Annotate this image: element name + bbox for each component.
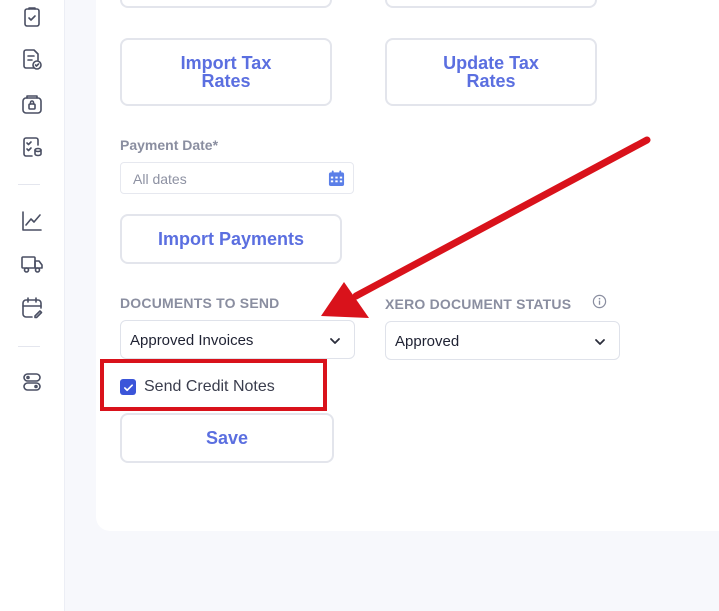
sidebar: [0, 0, 65, 611]
checklist-database-icon[interactable]: [20, 135, 44, 159]
send-credit-notes-label[interactable]: Send Credit Notes: [144, 378, 275, 396]
documents-to-send-label: DOCUMENTS TO SEND: [120, 295, 280, 311]
payment-date-input[interactable]: All dates: [120, 162, 354, 194]
calendar-edit-icon[interactable]: [20, 296, 44, 320]
truck-icon[interactable]: [20, 252, 44, 276]
sidebar-divider: [18, 346, 40, 347]
send-credit-notes-checkbox[interactable]: [120, 379, 136, 395]
checkmark-icon: [123, 383, 133, 391]
server-toggle-icon[interactable]: [20, 370, 44, 394]
info-icon[interactable]: [592, 294, 607, 309]
line-chart-icon[interactable]: [20, 209, 44, 233]
clipboard-check-icon[interactable]: [20, 5, 44, 29]
wallet-lock-icon[interactable]: [20, 92, 44, 116]
import-tax-rates-button[interactable]: Import Tax Rates: [120, 38, 332, 106]
update-tax-rates-button[interactable]: Update Tax Rates: [385, 38, 597, 106]
import-payments-button[interactable]: Import Payments: [120, 214, 342, 264]
xero-document-status-select[interactable]: Approved: [385, 321, 620, 360]
xero-document-status-value: Approved: [395, 333, 460, 350]
document-check-icon[interactable]: [20, 48, 44, 72]
partial-button[interactable]: [385, 0, 597, 8]
calendar-icon[interactable]: [328, 170, 345, 187]
chevron-down-icon: [330, 338, 340, 344]
documents-to-send-value: Approved Invoices: [130, 332, 254, 349]
partial-button[interactable]: [120, 0, 332, 8]
payment-date-label: Payment Date*: [120, 137, 219, 153]
documents-to-send-select[interactable]: Approved Invoices: [120, 320, 355, 359]
payment-date-placeholder: All dates: [133, 171, 187, 187]
xero-document-status-label: XERO DOCUMENT STATUS: [385, 296, 572, 312]
sidebar-divider: [18, 184, 40, 185]
save-button[interactable]: Save: [120, 413, 334, 463]
chevron-down-icon: [595, 339, 605, 345]
